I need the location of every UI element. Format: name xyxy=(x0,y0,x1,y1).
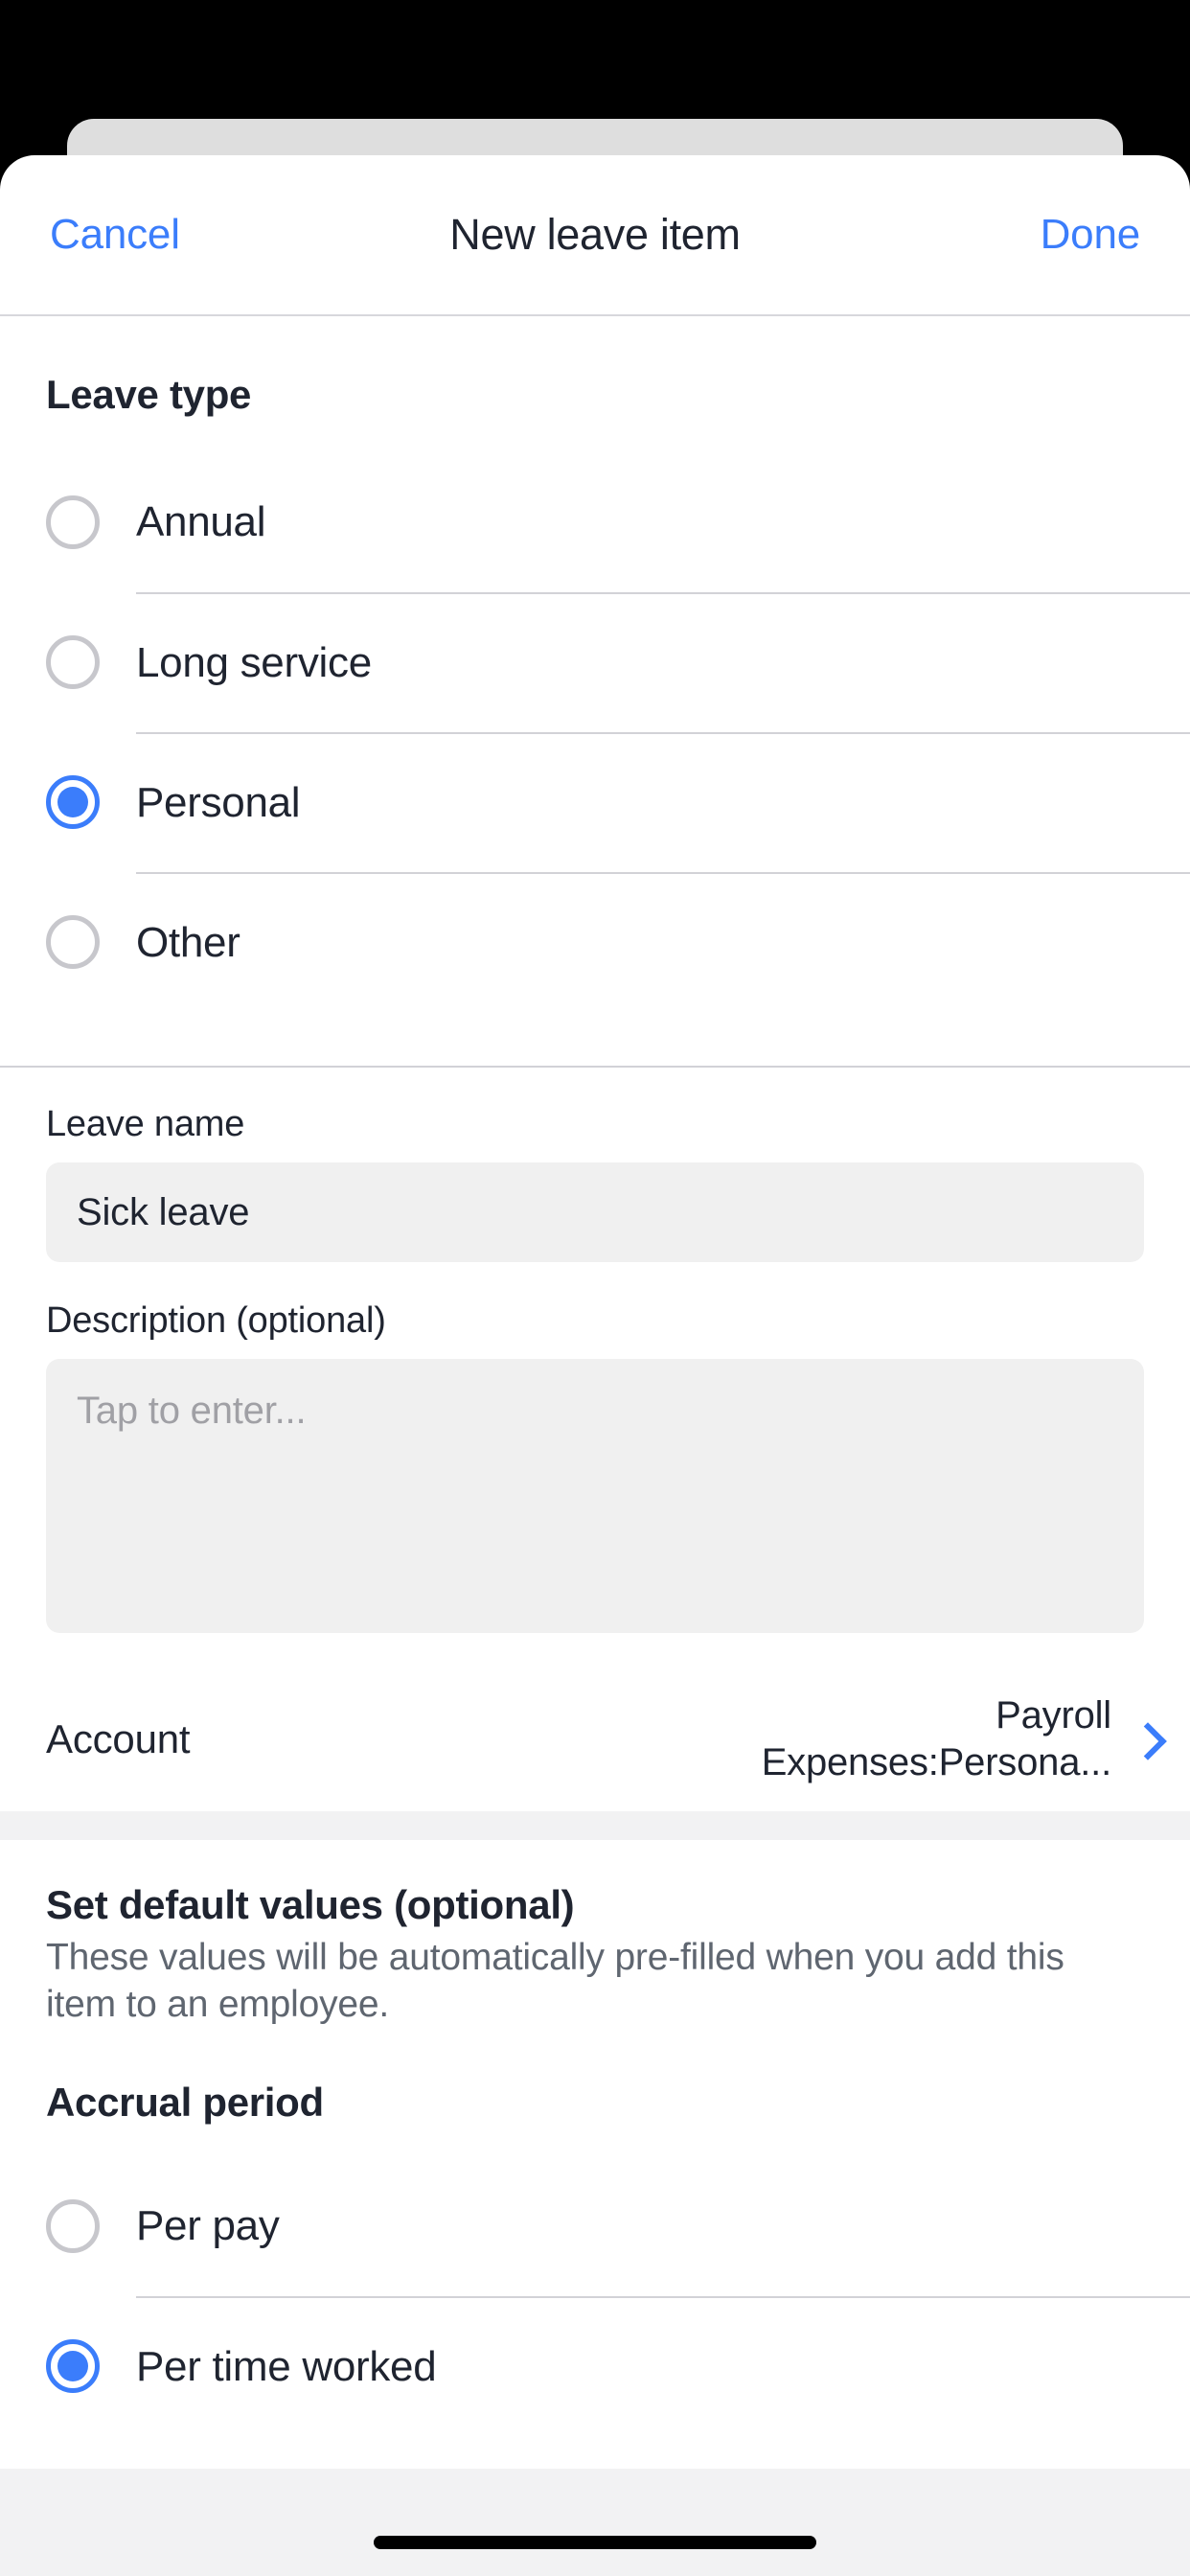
leave-type-option-personal[interactable]: Personal xyxy=(0,732,1190,872)
leave-type-radio-group: Annual Long service Personal Other xyxy=(0,452,1190,1012)
account-value: Payroll Expenses:Persona... xyxy=(761,1694,1112,1783)
leave-type-option-long-service[interactable]: Long service xyxy=(0,592,1190,732)
radio-icon[interactable] xyxy=(46,915,100,969)
account-row[interactable]: Account Payroll Expenses:Persona... xyxy=(0,1668,1190,1811)
leave-name-label: Leave name xyxy=(46,1104,245,1144)
accrual-period-option-label: Per pay xyxy=(136,2202,280,2250)
cancel-button[interactable]: Cancel xyxy=(50,211,180,259)
bottom-safe-area xyxy=(0,2469,1190,2576)
leave-name-field-group: Leave name Sick leave xyxy=(46,1104,1144,1262)
description-label: Description (optional) xyxy=(46,1300,386,1341)
radio-selected-icon[interactable] xyxy=(46,775,100,829)
leave-type-option-other[interactable]: Other xyxy=(0,872,1190,1012)
leave-type-option-label: Long service xyxy=(136,639,372,686)
leave-details-section: Leave name Sick leave Description (optio… xyxy=(0,1068,1190,1633)
set-default-values-description: These values will be automatically pre-f… xyxy=(46,1937,1064,2026)
radio-icon[interactable] xyxy=(46,495,100,549)
leave-type-option-label: Personal xyxy=(136,779,301,826)
accrual-period-option-label: Per time worked xyxy=(136,2343,437,2391)
phone-screen: Cancel New leave item Done Leave type An… xyxy=(0,0,1190,2576)
account-label: Account xyxy=(46,1716,191,1761)
leave-type-option-label: Annual xyxy=(136,498,266,545)
chevron-right-icon[interactable] xyxy=(1133,1720,1154,1759)
home-indicator[interactable] xyxy=(374,2536,816,2549)
accrual-period-option-per-pay[interactable]: Per pay xyxy=(0,2156,1190,2296)
accrual-period-section-header: Accrual period xyxy=(0,2028,1190,2156)
accrual-period-option-per-time-worked[interactable]: Per time worked xyxy=(0,2296,1190,2436)
new-leave-item-sheet: Cancel New leave item Done Leave type An… xyxy=(0,155,1190,2576)
leave-type-option-label: Other xyxy=(136,919,240,966)
radio-icon[interactable] xyxy=(46,635,100,689)
done-button[interactable]: Done xyxy=(1041,211,1141,259)
description-field-group: Description (optional) Tap to enter... xyxy=(46,1300,1144,1633)
radio-icon[interactable] xyxy=(46,2199,100,2254)
accrual-period-radio-group: Per pay Per time worked xyxy=(0,2156,1190,2436)
set-default-values-heading: Set default values (optional) xyxy=(46,1882,575,1927)
leave-type-option-annual[interactable]: Annual xyxy=(0,452,1190,592)
accrual-period-heading: Accrual period xyxy=(46,2080,324,2126)
navigation-bar: Cancel New leave item Done xyxy=(0,155,1190,316)
leave-type-section-header: Leave type xyxy=(0,316,1190,452)
leave-type-heading: Leave type xyxy=(46,372,252,417)
set-default-values-section: Set default values (optional) These valu… xyxy=(0,1840,1190,2028)
radio-selected-icon[interactable] xyxy=(46,2339,100,2394)
description-input[interactable]: Tap to enter... xyxy=(46,1359,1144,1633)
leave-name-input[interactable]: Sick leave xyxy=(46,1162,1144,1262)
section-gap-band xyxy=(0,1811,1190,1840)
